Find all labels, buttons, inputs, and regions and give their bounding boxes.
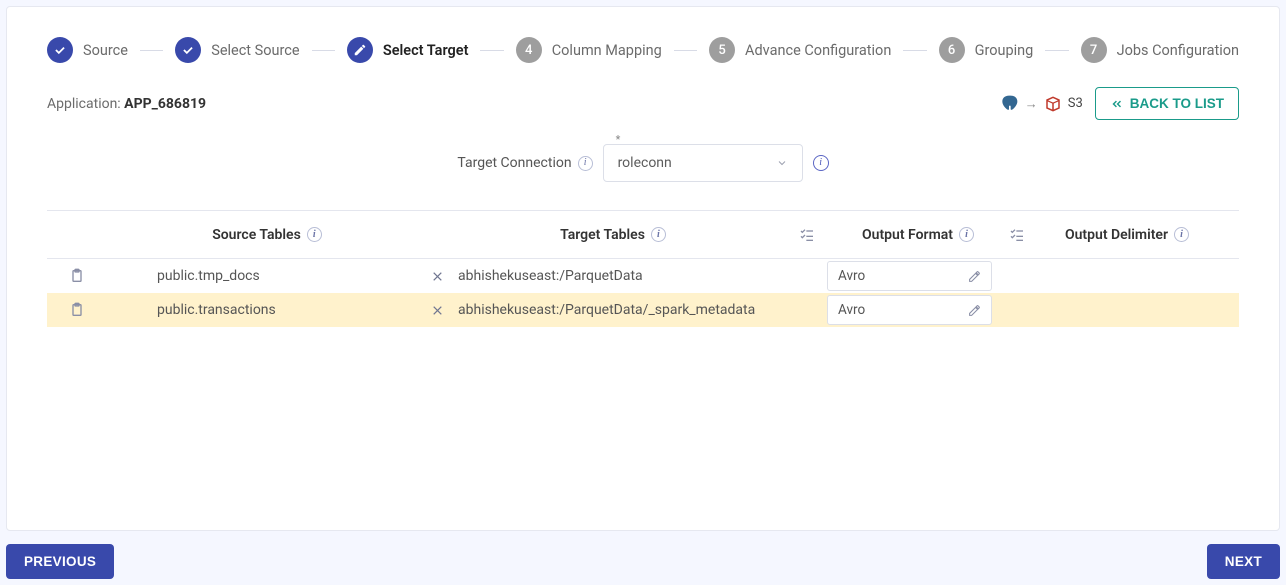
- edit-icon: [968, 270, 981, 283]
- step-number: 4: [516, 37, 542, 63]
- step-label: Select Target: [383, 42, 469, 59]
- wizard-stepper: Source Select Source Select Target 4 Col…: [47, 37, 1239, 63]
- output-format-select[interactable]: Avro: [827, 295, 992, 325]
- step-label: Select Source: [211, 42, 299, 59]
- target-table-cell: abhishekuseast:/ParquetData: [458, 268, 643, 284]
- step-column-mapping[interactable]: 4 Column Mapping: [516, 37, 662, 63]
- application-title: Application: APP_686819: [47, 96, 206, 112]
- back-to-list-label: BACK TO LIST: [1130, 96, 1224, 111]
- footer-buttons: PREVIOUS NEXT: [6, 544, 1280, 579]
- step-label: Grouping: [975, 42, 1034, 59]
- header-source-tables: Source Tables i: [107, 227, 427, 243]
- application-name: APP_686819: [124, 96, 206, 112]
- step-grouping[interactable]: 6 Grouping: [939, 37, 1034, 63]
- step-number: 7: [1081, 37, 1107, 63]
- step-select-target[interactable]: Select Target: [347, 37, 469, 63]
- clipboard-icon[interactable]: [47, 302, 107, 318]
- application-row: Application: APP_686819 → S3: [47, 87, 1239, 120]
- target-connection-row: Target Connection i * roleconn i: [47, 144, 1239, 182]
- target-connection-label: Target Connection: [457, 155, 571, 171]
- info-icon[interactable]: i: [959, 227, 974, 242]
- output-format-value: Avro: [838, 268, 865, 284]
- previous-button[interactable]: PREVIOUS: [6, 544, 114, 579]
- pencil-icon: [347, 37, 373, 63]
- info-icon[interactable]: i: [651, 227, 666, 242]
- chevron-down-icon: [776, 157, 788, 169]
- clipboard-icon[interactable]: [47, 268, 107, 284]
- connection-icons: → S3: [999, 94, 1083, 114]
- step-connector: [1045, 50, 1068, 51]
- info-icon[interactable]: i: [1174, 227, 1189, 242]
- output-format-select[interactable]: Avro: [827, 261, 992, 291]
- arrow-right-icon: →: [1025, 96, 1038, 112]
- back-to-list-button[interactable]: BACK TO LIST: [1095, 87, 1239, 120]
- step-connector: [674, 50, 697, 51]
- clear-target-icon[interactable]: [427, 270, 444, 283]
- clear-target-icon[interactable]: [427, 304, 444, 317]
- output-format-value: Avro: [838, 302, 865, 318]
- step-label: Source: [83, 42, 128, 59]
- table-row: public.tmp_docs abhishekuseast:/ParquetD…: [47, 259, 1239, 293]
- required-indicator: *: [616, 133, 621, 146]
- s3-icon: [1044, 95, 1062, 113]
- target-connection-select[interactable]: * roleconn: [603, 144, 803, 182]
- header-target-tables: Target Tables i: [427, 227, 799, 243]
- step-label: Jobs Configuration: [1117, 42, 1239, 59]
- info-icon[interactable]: i: [307, 227, 322, 242]
- check-icon: [175, 37, 201, 63]
- step-label: Column Mapping: [552, 42, 662, 59]
- header-output-format: Output Format i: [827, 227, 1009, 243]
- chevron-double-left-icon: [1110, 97, 1124, 111]
- step-source[interactable]: Source: [47, 37, 128, 63]
- table-row: public.transactions abhishekuseast:/Parq…: [47, 293, 1239, 327]
- target-connection-value: roleconn: [618, 155, 672, 171]
- destination-label: S3: [1068, 96, 1083, 111]
- step-label: Advance Configuration: [745, 42, 891, 59]
- step-connector: [312, 50, 335, 51]
- step-connector: [480, 50, 503, 51]
- step-connector: [140, 50, 163, 51]
- step-jobs-configuration[interactable]: 7 Jobs Configuration: [1081, 37, 1239, 63]
- info-icon[interactable]: i: [813, 155, 829, 171]
- next-button[interactable]: NEXT: [1207, 544, 1280, 579]
- postgres-icon: [999, 94, 1019, 114]
- step-number: 5: [709, 37, 735, 63]
- header-output-delimiter: Output Delimiter i: [1037, 227, 1217, 243]
- edit-icon: [968, 304, 981, 317]
- step-select-source[interactable]: Select Source: [175, 37, 299, 63]
- target-table-cell: abhishekuseast:/ParquetData/_spark_metad…: [458, 302, 755, 318]
- step-advance-configuration[interactable]: 5 Advance Configuration: [709, 37, 891, 63]
- bulk-edit-icon[interactable]: [799, 227, 815, 243]
- source-table-cell: public.tmp_docs: [107, 268, 427, 284]
- application-prefix: Application:: [47, 96, 124, 112]
- step-number: 6: [939, 37, 965, 63]
- tables-grid: Source Tables i Target Tables i Output F…: [47, 210, 1239, 327]
- table-header: Source Tables i Target Tables i Output F…: [47, 211, 1239, 259]
- bulk-edit-icon[interactable]: [1009, 227, 1025, 243]
- source-table-cell: public.transactions: [107, 302, 427, 318]
- check-icon: [47, 37, 73, 63]
- info-icon[interactable]: i: [578, 156, 593, 171]
- step-connector: [903, 50, 926, 51]
